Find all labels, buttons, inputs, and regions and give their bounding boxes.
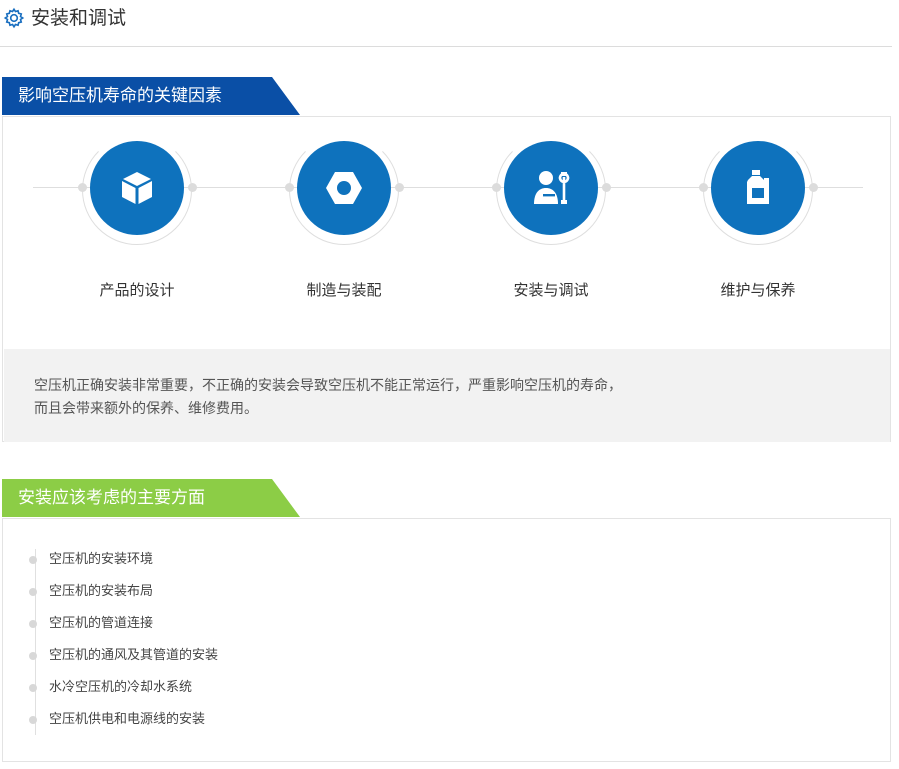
factor-icon-circle bbox=[90, 141, 184, 235]
page-title: 安装和调试 bbox=[31, 7, 127, 29]
factor-icon-circle bbox=[711, 141, 805, 235]
factor-label: 维护与保养 bbox=[720, 281, 796, 299]
bullet-dot bbox=[29, 588, 37, 596]
bullet-dot bbox=[29, 556, 37, 564]
factor-maintenance: 维护与保养 bbox=[658, 117, 858, 347]
factor-label: 产品的设计 bbox=[99, 281, 175, 299]
factor-label: 安装与调试 bbox=[513, 281, 589, 299]
factors-description: 空压机正确安装非常重要，不正确的安装会导致空压机不能正常运行，严重影响空压机的寿… bbox=[4, 349, 890, 442]
gear-icon bbox=[3, 7, 25, 29]
list-rail bbox=[35, 549, 36, 735]
page-header: 安装和调试 bbox=[0, 0, 892, 47]
description-line: 而且会带来额外的保养、维修费用。 bbox=[34, 401, 258, 417]
aspects-panel: 空压机的安装环境 空压机的安装布局 空压机的管道连接 空压机的通风及其管道的安装… bbox=[2, 518, 891, 762]
factor-manufacturing: 制造与装配 bbox=[244, 117, 444, 347]
factor-installation: 安装与调试 bbox=[451, 117, 651, 347]
factors-panel: 产品的设计 制造与装配 安装与调试 维护与保养 空压机正确安装非常重要，不正确的… bbox=[2, 116, 891, 442]
oil-bottle-icon bbox=[747, 170, 769, 204]
factor-label: 制造与装配 bbox=[306, 281, 382, 299]
bullet-dot bbox=[29, 620, 37, 628]
worker-wrench-icon bbox=[534, 171, 570, 204]
description-line: 空压机正确安装非常重要，不正确的安装会导致空压机不能正常运行，严重影响空压机的寿… bbox=[34, 378, 622, 394]
factor-icon-circle bbox=[297, 141, 391, 235]
factors-section-title: 影响空压机寿命的关键因素 bbox=[2, 77, 300, 115]
bullet-dot bbox=[29, 684, 37, 692]
cube-icon bbox=[122, 172, 152, 204]
factor-product-design: 产品的设计 bbox=[37, 117, 237, 347]
bullet-dot bbox=[29, 716, 37, 724]
aspects-section-title: 安装应该考虑的主要方面 bbox=[2, 479, 300, 517]
bullet-dot bbox=[29, 652, 37, 660]
factor-icon-circle bbox=[504, 141, 598, 235]
hex-nut-icon bbox=[326, 172, 362, 204]
